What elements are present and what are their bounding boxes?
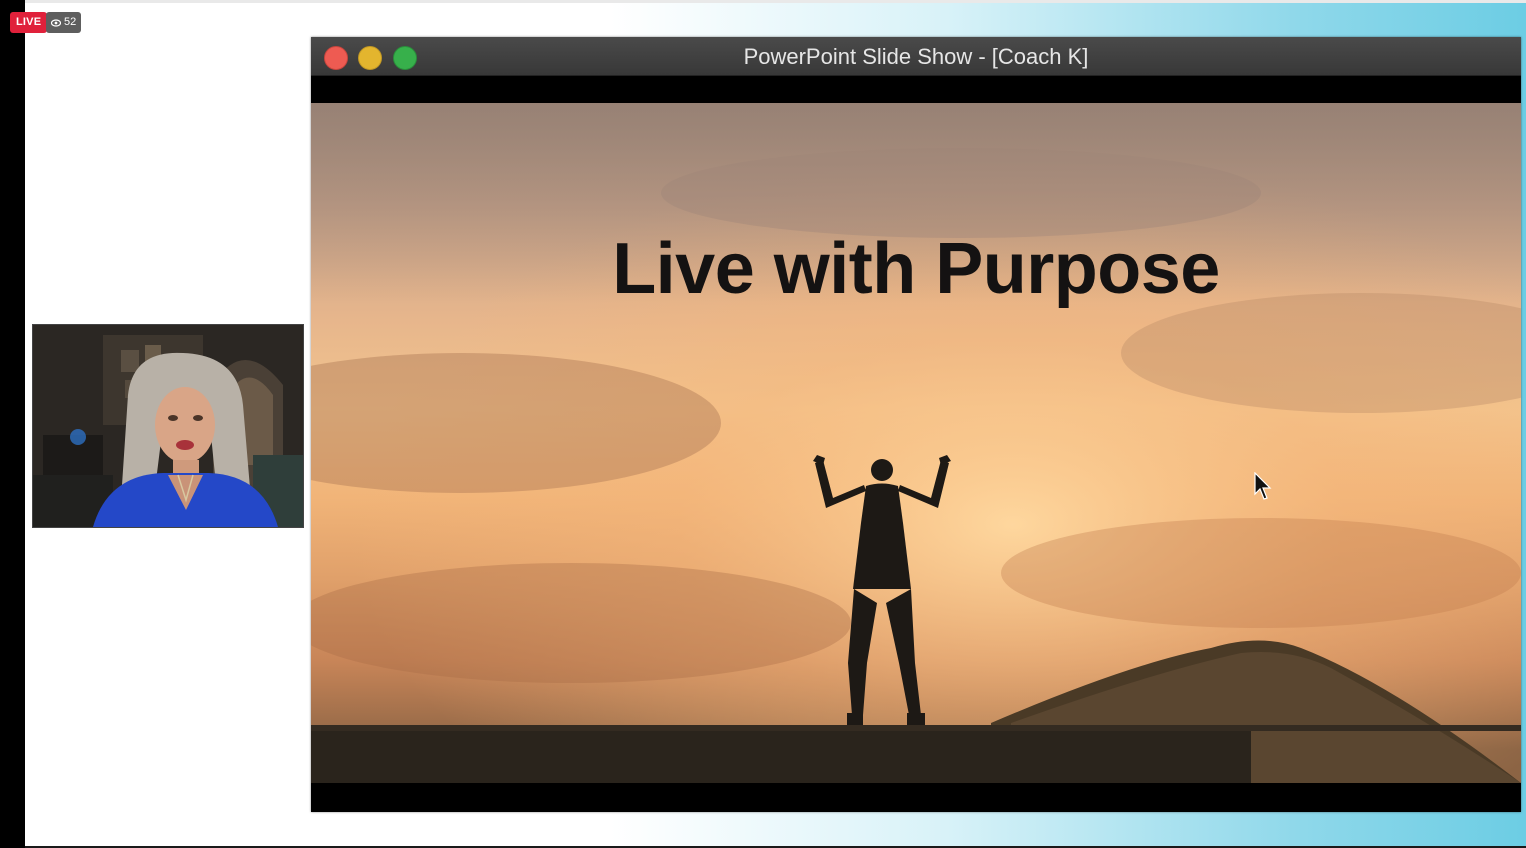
viewer-count-badge: 52 bbox=[46, 12, 82, 33]
live-badge: LIVE bbox=[10, 12, 48, 33]
viewer-count: 52 bbox=[64, 16, 77, 28]
stream-canvas: LIVE 52 PowerPoint Slide Show - [Coach K… bbox=[0, 0, 1526, 848]
sunset-background-image bbox=[311, 103, 1521, 783]
eye-icon bbox=[51, 18, 61, 27]
webcam-feed bbox=[32, 324, 304, 528]
window-title: PowerPoint Slide Show - [Coach K] bbox=[743, 44, 1089, 69]
slide-title: Live with Purpose bbox=[612, 229, 1220, 309]
slide-canvas[interactable]: Live with Purpose bbox=[311, 103, 1521, 783]
mouse-cursor-icon bbox=[1254, 471, 1272, 507]
window-titlebar[interactable]: PowerPoint Slide Show - [Coach K] bbox=[311, 37, 1521, 76]
left-border bbox=[0, 0, 25, 848]
powerpoint-window[interactable]: PowerPoint Slide Show - [Coach K] Live w… bbox=[311, 37, 1521, 812]
top-divider bbox=[25, 0, 1526, 3]
